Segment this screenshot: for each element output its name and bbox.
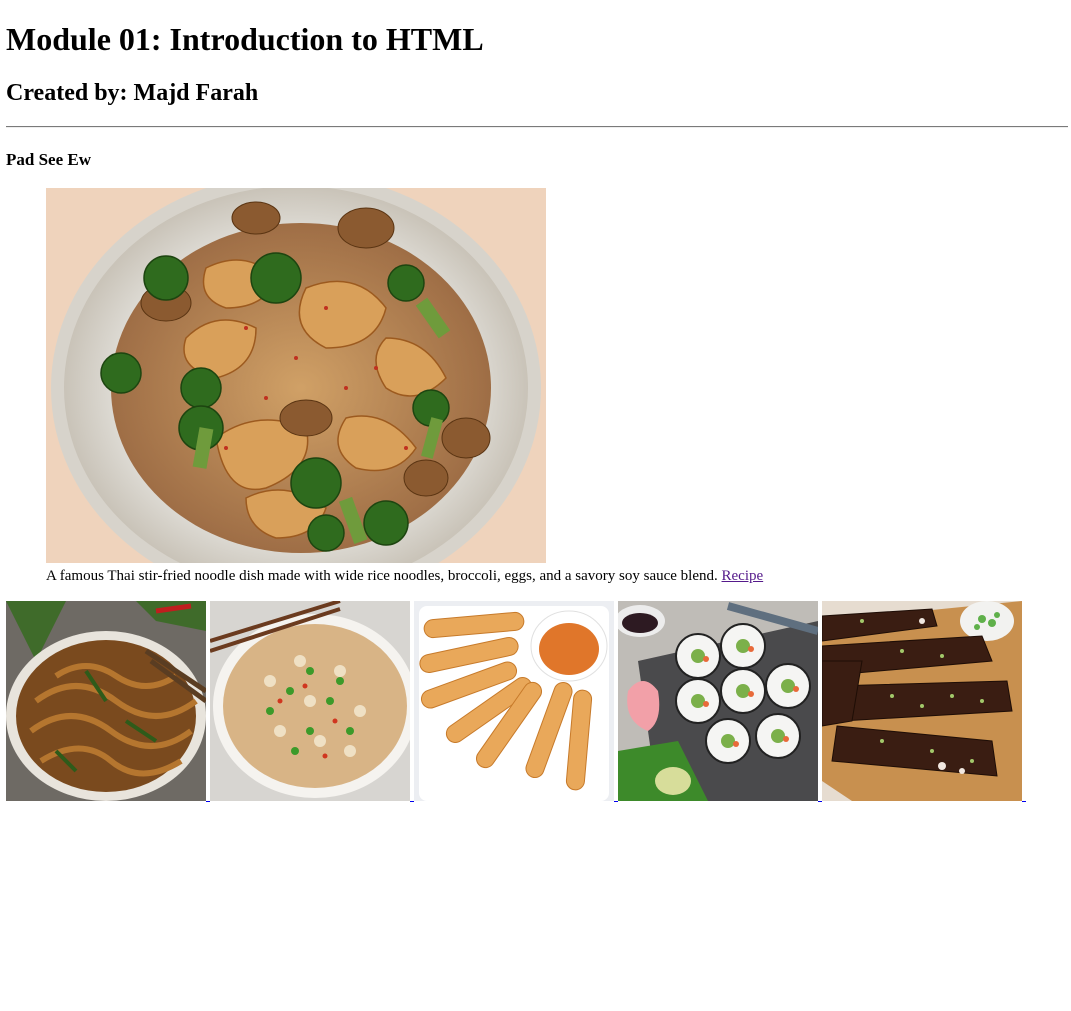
author-line: Created by: Majd Farah — [6, 80, 259, 106]
dish-title: Pad See Ew — [6, 150, 91, 169]
gallery-image-fried-shrimp — [414, 601, 614, 801]
gallery-image-grilled-ribs — [822, 601, 1022, 801]
gallery-image-stir-fried-noodles — [6, 601, 206, 801]
featured-description: A famous Thai stir-fried noodle dish mad… — [46, 568, 718, 584]
gallery-link-2[interactable] — [210, 601, 414, 805]
gallery-link-1[interactable] — [6, 601, 210, 805]
divider — [6, 126, 1068, 128]
gallery-link-4[interactable] — [618, 601, 822, 805]
gallery-link-3[interactable] — [414, 601, 618, 805]
page-title: Module 01: Introduction to HTML — [6, 21, 484, 57]
gallery-image-fried-rice — [210, 601, 410, 801]
gallery-image-sushi-rolls — [618, 601, 818, 801]
page: Module 01: Introduction to HTML Created … — [0, 0, 1071, 1011]
featured-dish-image — [46, 188, 546, 563]
recipe-link[interactable]: Recipe — [722, 568, 764, 584]
gallery-link-5[interactable] — [822, 601, 1026, 805]
featured-caption: A famous Thai stir-fried noodle dish mad… — [46, 567, 763, 585]
